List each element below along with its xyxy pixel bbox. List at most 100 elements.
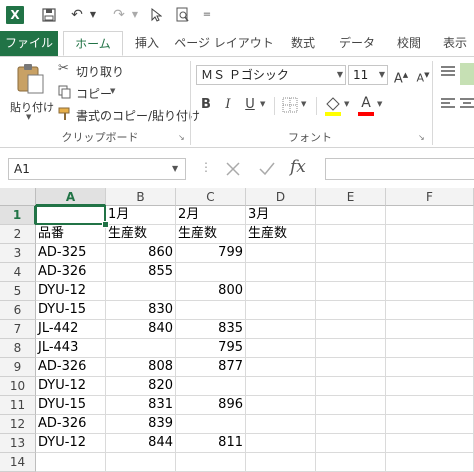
redo-icon[interactable]: ↷: [108, 5, 130, 25]
cell-b12[interactable]: 839: [106, 415, 176, 434]
column-header-d[interactable]: D: [246, 188, 316, 206]
cell-c9[interactable]: 877: [176, 358, 246, 377]
cell-c2[interactable]: 生産数: [176, 225, 246, 244]
cell-e11[interactable]: [316, 396, 386, 415]
cell-f5[interactable]: [386, 282, 474, 301]
cell-b6[interactable]: 830: [106, 301, 176, 320]
save-icon[interactable]: [38, 5, 60, 25]
row-header-7[interactable]: 7: [0, 320, 36, 339]
cell-e5[interactable]: [316, 282, 386, 301]
cell-e8[interactable]: [316, 339, 386, 358]
font-color-dropdown-icon[interactable]: ▼: [377, 100, 382, 108]
row-header-13[interactable]: 13: [0, 434, 36, 453]
tab-page-layout[interactable]: ページ レイアウト: [174, 31, 274, 56]
row-header-4[interactable]: 4: [0, 263, 36, 282]
column-header-e[interactable]: E: [316, 188, 386, 206]
column-header-b[interactable]: B: [106, 188, 176, 206]
cell-c12[interactable]: [176, 415, 246, 434]
cell-a12[interactable]: AD-326: [36, 415, 106, 434]
cell-d9[interactable]: [246, 358, 316, 377]
cell-e6[interactable]: [316, 301, 386, 320]
print-preview-icon[interactable]: [172, 5, 194, 25]
cell-f6[interactable]: [386, 301, 474, 320]
column-header-c[interactable]: C: [176, 188, 246, 206]
cell-f1[interactable]: [386, 206, 474, 225]
align-middle-icon[interactable]: [460, 63, 474, 85]
cell-a3[interactable]: AD-325: [36, 244, 106, 263]
cell-e9[interactable]: [316, 358, 386, 377]
name-box-dropdown-icon[interactable]: ▼: [172, 164, 178, 173]
cell-e7[interactable]: [316, 320, 386, 339]
cell-e3[interactable]: [316, 244, 386, 263]
row-header-3[interactable]: 3: [0, 244, 36, 263]
enter-icon[interactable]: [256, 158, 278, 180]
cell-d8[interactable]: [246, 339, 316, 358]
bold-button[interactable]: B: [198, 95, 214, 115]
cell-c5[interactable]: 800: [176, 282, 246, 301]
font-size-select[interactable]: 11 ▼: [348, 65, 388, 85]
tab-file[interactable]: ファイル: [0, 31, 58, 56]
tab-view[interactable]: 表示: [436, 31, 474, 56]
cell-b7[interactable]: 840: [106, 320, 176, 339]
cell-d4[interactable]: [246, 263, 316, 282]
cell-e13[interactable]: [316, 434, 386, 453]
cell-c11[interactable]: 896: [176, 396, 246, 415]
cell-f9[interactable]: [386, 358, 474, 377]
cell-f10[interactable]: [386, 377, 474, 396]
row-header-11[interactable]: 11: [0, 396, 36, 415]
tab-insert[interactable]: 挿入: [128, 31, 166, 56]
insert-function-icon[interactable]: fx: [290, 157, 306, 177]
fill-color-icon[interactable]: [324, 95, 342, 117]
cell-c6[interactable]: [176, 301, 246, 320]
fill-handle[interactable]: [102, 221, 109, 228]
fill-color-dropdown-icon[interactable]: ▼: [344, 100, 349, 108]
cell-a13[interactable]: DYU-12: [36, 434, 106, 453]
cell-b8[interactable]: [106, 339, 176, 358]
column-header-a[interactable]: A: [36, 188, 106, 206]
row-header-5[interactable]: 5: [0, 282, 36, 301]
cell-f2[interactable]: [386, 225, 474, 244]
cell-d11[interactable]: [246, 396, 316, 415]
cell-a6[interactable]: DYU-15: [36, 301, 106, 320]
row-header-8[interactable]: 8: [0, 339, 36, 358]
font-launcher-icon[interactable]: ↘: [418, 133, 425, 142]
cell-c10[interactable]: [176, 377, 246, 396]
cell-c7[interactable]: 835: [176, 320, 246, 339]
underline-button[interactable]: U: [242, 95, 258, 115]
cell-b1[interactable]: 1月: [106, 206, 176, 225]
cell-d6[interactable]: [246, 301, 316, 320]
cell-c4[interactable]: [176, 263, 246, 282]
row-header-6[interactable]: 6: [0, 301, 36, 320]
cell-d10[interactable]: [246, 377, 316, 396]
cell-a4[interactable]: AD-326: [36, 263, 106, 282]
cell-c1[interactable]: 2月: [176, 206, 246, 225]
tab-review[interactable]: 校閲: [390, 31, 428, 56]
cell-b11[interactable]: 831: [106, 396, 176, 415]
cell-d3[interactable]: [246, 244, 316, 263]
paste-button[interactable]: 貼り付け ▼: [10, 63, 54, 121]
cell-e4[interactable]: [316, 263, 386, 282]
cell-f8[interactable]: [386, 339, 474, 358]
cell-a2[interactable]: 品番: [36, 225, 106, 244]
row-header-2[interactable]: 2: [0, 225, 36, 244]
cell-a8[interactable]: JL-443: [36, 339, 106, 358]
cell-b13[interactable]: 844: [106, 434, 176, 453]
cell-a10[interactable]: DYU-12: [36, 377, 106, 396]
cell-d13[interactable]: [246, 434, 316, 453]
cell-d12[interactable]: [246, 415, 316, 434]
cell-f11[interactable]: [386, 396, 474, 415]
cell-b9[interactable]: 808: [106, 358, 176, 377]
cell-e12[interactable]: [316, 415, 386, 434]
align-left-icon[interactable]: [440, 97, 456, 115]
tab-data[interactable]: データ: [332, 31, 382, 56]
cell-f3[interactable]: [386, 244, 474, 263]
cell-a11[interactable]: DYU-15: [36, 396, 106, 415]
customize-qat-icon[interactable]: =: [200, 5, 214, 25]
grow-font-icon[interactable]: A▲: [392, 65, 410, 89]
row-header-1[interactable]: 1: [0, 206, 36, 225]
underline-dropdown-icon[interactable]: ▼: [260, 100, 265, 108]
cell-d1[interactable]: 3月: [246, 206, 316, 225]
cell-b3[interactable]: 860: [106, 244, 176, 263]
row-header-12[interactable]: 12: [0, 415, 36, 434]
cell-f7[interactable]: [386, 320, 474, 339]
